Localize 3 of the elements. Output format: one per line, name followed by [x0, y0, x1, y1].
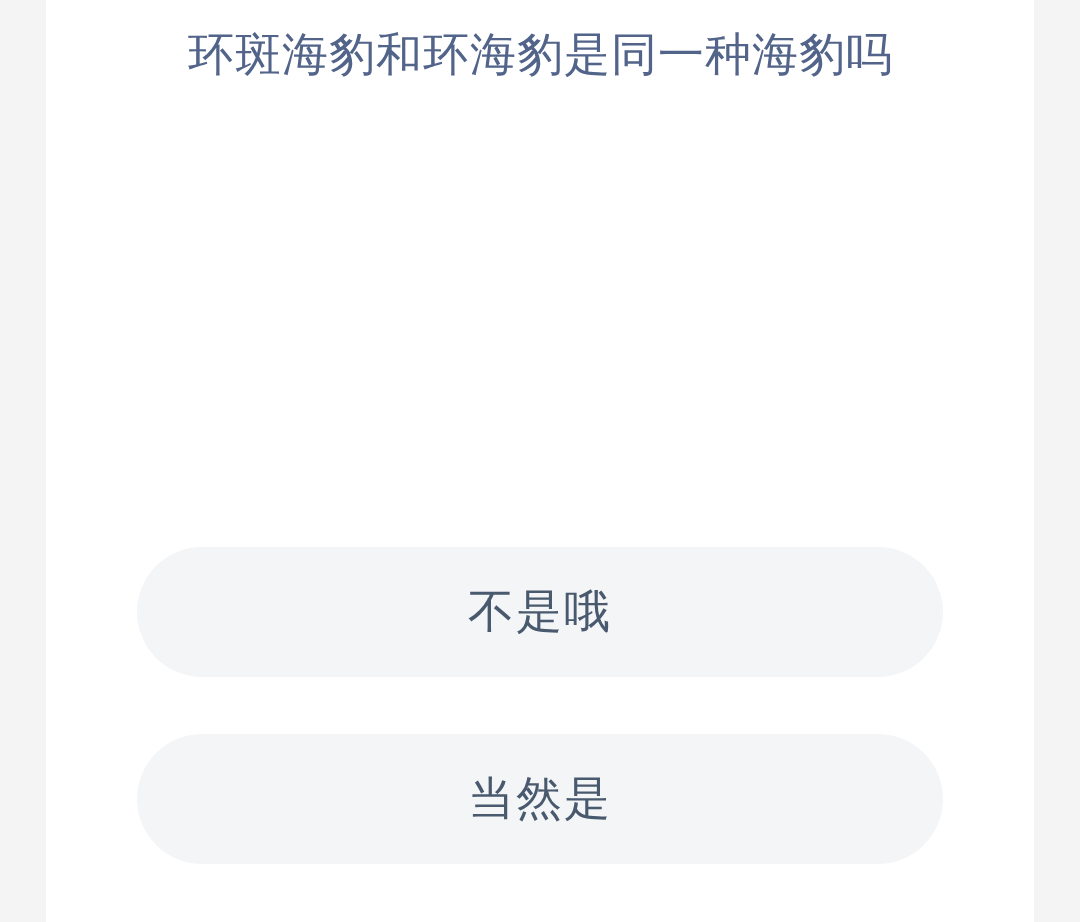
answer-option[interactable]: 不是哦: [137, 547, 943, 677]
answer-option[interactable]: 当然是: [137, 734, 943, 864]
question-text: 环斑海豹和环海豹是同一种海豹吗: [187, 26, 893, 83]
